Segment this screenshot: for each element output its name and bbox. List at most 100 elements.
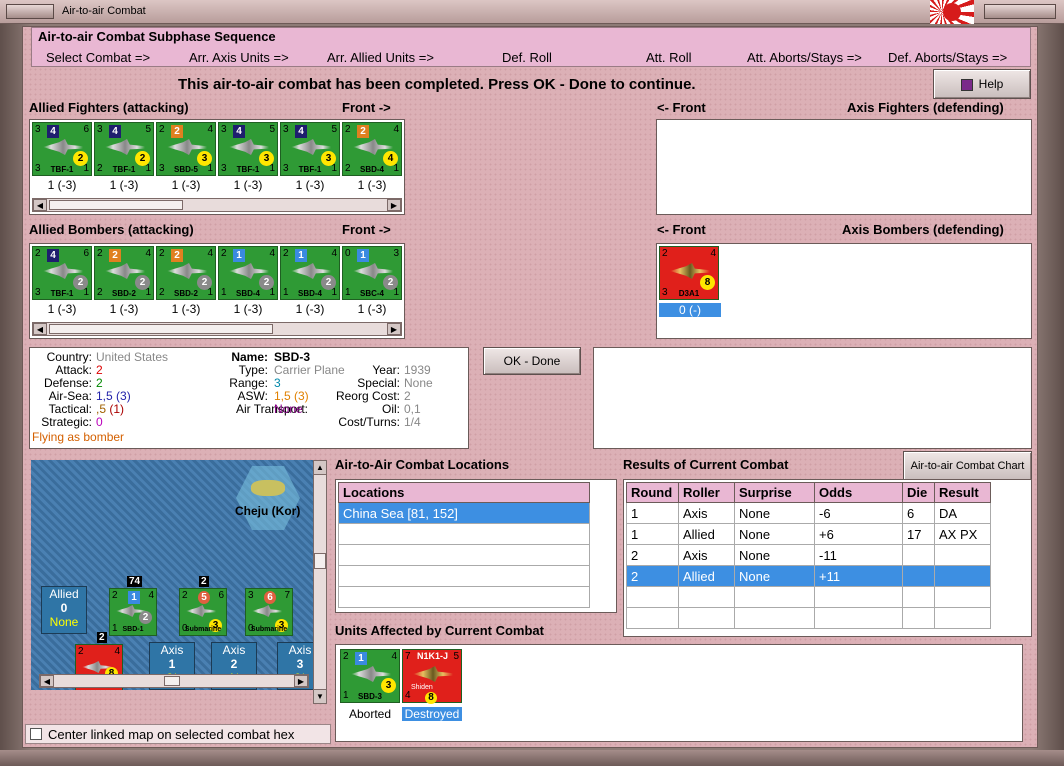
- center-map-row[interactable]: Center linked map on selected combat hex: [25, 724, 331, 744]
- allied-box[interactable]: Allied 0 None: [41, 586, 87, 634]
- results-cell: DA: [934, 502, 991, 524]
- unit-type: TBF-1: [50, 289, 74, 298]
- window-controls[interactable]: [984, 4, 1056, 19]
- axis-fighters-title: Axis Fighters (defending): [847, 100, 1004, 115]
- map-vscrollbar[interactable]: ▲ ▼: [313, 460, 327, 704]
- location-row[interactable]: [338, 523, 590, 545]
- map-unit-counter[interactable]: 2 1 4 1 2 SBD-1: [109, 588, 157, 636]
- unit-counter-sbd-3[interactable]: 2 1 4 1 3 SBD-3: [340, 649, 400, 703]
- help-button[interactable]: Help: [933, 69, 1031, 99]
- results-cell: [734, 607, 815, 629]
- message-panel: [593, 347, 1032, 449]
- unit-range: 8: [425, 692, 437, 704]
- results-row[interactable]: [626, 586, 991, 608]
- ok-done-button[interactable]: OK - Done: [483, 347, 581, 375]
- scroll-thumb[interactable]: [164, 676, 180, 686]
- linked-map[interactable]: Cheju (Kor) Allied 0 None 74 2 2 2 1 4 1…: [31, 460, 313, 690]
- name-value: SBD-3: [274, 350, 311, 364]
- window: Air-to-air Combat Air-to-air Combat Subp…: [0, 0, 1064, 766]
- unit-type: SBD-4: [359, 165, 384, 174]
- unit-count: 1 (-3): [357, 178, 387, 192]
- scroll-right-icon[interactable]: ▶: [387, 323, 401, 335]
- reorg-label: Reorg Cost:: [335, 389, 400, 403]
- subphase-sequence: Air-to-air Combat Subphase Sequence Sele…: [31, 27, 1031, 67]
- unit-attack: 2: [283, 248, 289, 259]
- oil-value: 0,1: [404, 402, 421, 416]
- allied-bombers-scrollbar[interactable]: ◀ ▶: [32, 322, 402, 336]
- scroll-right-icon[interactable]: ▶: [387, 199, 401, 211]
- unit-counter[interactable]: 2 1 4 1 1 2 SBD-4: [218, 246, 278, 300]
- location-row[interactable]: [338, 565, 590, 587]
- unit-counter[interactable]: 3 4 5 3 1 3 TBF-1: [218, 122, 278, 176]
- allied-fighters-scrollbar[interactable]: ◀ ▶: [32, 198, 402, 212]
- results-header-cell: Die: [902, 482, 935, 503]
- step-arr-allied-units: Arr. Allied Units =>: [327, 50, 434, 65]
- location-row[interactable]: [338, 544, 590, 566]
- center-map-checkbox[interactable]: [30, 728, 42, 740]
- range-value: 3: [274, 376, 281, 390]
- results-row[interactable]: 1 Axis None -6 6 DA: [626, 502, 991, 524]
- unit-move: 4: [114, 646, 120, 657]
- unit-count: 0 (-): [659, 303, 721, 317]
- reorg-value: 2: [404, 389, 411, 403]
- scroll-left-icon[interactable]: ◀: [33, 199, 47, 211]
- unit-strength: 2: [171, 125, 183, 138]
- results-cell: [678, 607, 735, 629]
- allied-fighters-title: Allied Fighters (attacking): [29, 100, 189, 115]
- strategic-label: Strategic:: [41, 415, 92, 429]
- japan-flag-icon: [930, 0, 974, 24]
- unit-counter[interactable]: 0 1 3 1 1 2 SBC-4: [342, 246, 402, 300]
- attack-label: Attack:: [55, 363, 92, 377]
- location-cell: [338, 586, 590, 608]
- unit-counter[interactable]: 2 2 4 3 1 3 SBD-5: [156, 122, 216, 176]
- scroll-thumb[interactable]: [314, 553, 326, 569]
- subphase-title: Air-to-air Combat Subphase Sequence: [38, 29, 276, 44]
- unit-count: 1 (-3): [109, 302, 139, 316]
- scroll-thumb[interactable]: [49, 200, 183, 210]
- results-cell: 2: [626, 565, 679, 587]
- unit-status: Aborted: [348, 707, 392, 721]
- unit-attack: 3: [35, 124, 41, 135]
- stack-count: 74: [127, 576, 143, 587]
- results-row[interactable]: [626, 607, 991, 629]
- unit-counter[interactable]: 2 2 4 2 1 4 SBD-4: [342, 122, 402, 176]
- unit-count: 1 (-3): [171, 302, 201, 316]
- results-cell: +6: [814, 523, 903, 545]
- unit-type: SBD-4: [235, 289, 260, 298]
- results-cell: Axis: [678, 502, 735, 524]
- cheju-hex[interactable]: [236, 466, 300, 530]
- unit-counter-d3a1[interactable]: 2 4 3 8 D3A1: [659, 246, 719, 300]
- affected-title: Units Affected by Current Combat: [335, 623, 544, 638]
- tactical-label: Tactical:: [48, 402, 92, 416]
- year-value: 1939: [404, 363, 431, 377]
- unit-counter[interactable]: 3 4 6 3 1 2 TBF-1: [32, 122, 92, 176]
- unit-counter-n1k1-j[interactable]: 7 N1K1-J 5 4 Shiden 8: [402, 649, 462, 704]
- unit-counter[interactable]: 2 1 4 1 1 2 SBD-4: [280, 246, 340, 300]
- unit-counter[interactable]: 2 2 4 2 1 2 SBD-2: [94, 246, 154, 300]
- system-menu-button[interactable]: [6, 4, 54, 19]
- scroll-up-icon[interactable]: ▲: [314, 461, 326, 475]
- defense-value: 2: [96, 376, 103, 390]
- results-row[interactable]: 2 Allied None +11: [626, 565, 991, 587]
- results-row[interactable]: 2 Axis None -11: [626, 544, 991, 566]
- location-row[interactable]: [338, 586, 590, 608]
- scroll-thumb[interactable]: [49, 324, 273, 334]
- scroll-left-icon[interactable]: ◀: [40, 675, 54, 687]
- results-row[interactable]: 1 Allied None +6 17 AX PX: [626, 523, 991, 545]
- unit-type: SBD-5: [173, 165, 198, 174]
- scroll-left-icon[interactable]: ◀: [33, 323, 47, 335]
- unit-counter[interactable]: 3 4 5 3 1 3 TBF-1: [280, 122, 340, 176]
- air-to-air-chart-button[interactable]: Air-to-air Combat Chart: [903, 451, 1032, 481]
- unit-type: Submarine: [184, 626, 222, 633]
- location-row[interactable]: China Sea [81, 152]: [338, 502, 590, 524]
- unit-counter[interactable]: 3 4 5 2 1 2 TBF-1: [94, 122, 154, 176]
- unit-count: 1 (-3): [109, 178, 139, 192]
- map-unit-counter[interactable]: 2 5 6 0 3 Submarine: [179, 588, 227, 636]
- scroll-right-icon[interactable]: ▶: [294, 675, 308, 687]
- unit-counter[interactable]: 2 4 6 3 1 2 TBF-1: [32, 246, 92, 300]
- map-unit-counter[interactable]: 3 6 7 0 3 Submarine: [245, 588, 293, 636]
- map-hscrollbar[interactable]: ◀ ▶: [39, 674, 309, 688]
- unit-counter[interactable]: 2 2 4 2 1 2 SBD-2: [156, 246, 216, 300]
- results-cell: [934, 565, 991, 587]
- scroll-down-icon[interactable]: ▼: [314, 689, 326, 703]
